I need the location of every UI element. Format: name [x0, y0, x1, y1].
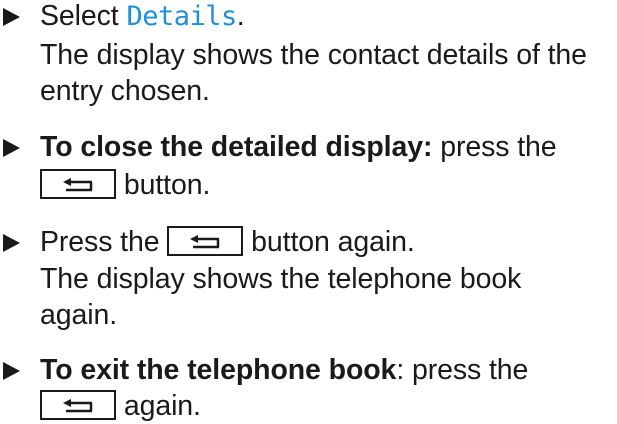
step-3-prefix: Press the [40, 226, 168, 258]
step-2-after-key: button. [116, 169, 211, 201]
back-arrow-icon [63, 178, 93, 192]
step-2-line-2: button. [40, 167, 210, 203]
select-suffix: . [236, 0, 245, 32]
step-1-result-line-1: The display shows the contact details of… [40, 39, 587, 71]
bullet-triangle-icon [3, 8, 20, 26]
step-2-line-1: To close the detailed display: press the [40, 129, 557, 165]
step-3-result-line-1: The display shows the telephone book [40, 263, 522, 295]
step-4-line-1: To exit the telephone book: press the [40, 352, 528, 388]
step-3-suffix: button again. [243, 226, 415, 258]
instruction-list: Select Details. The display shows the co… [0, 0, 617, 422]
bullet-triangle-icon [3, 234, 20, 252]
step-4-title: To exit the telephone book [40, 354, 397, 386]
back-arrow-icon [63, 399, 93, 413]
step-3-result-line-2: again. [40, 299, 118, 331]
menu-item-details: Details [126, 1, 237, 32]
step-4-line-2: again. [40, 388, 201, 424]
step-1-result-line-2: entry chosen. [40, 75, 210, 107]
step-4-after-key: again. [116, 390, 201, 422]
select-text: Select [40, 0, 127, 32]
back-button-key [40, 390, 116, 421]
back-button-key [167, 226, 244, 257]
bullet-triangle-icon [3, 139, 20, 157]
step-3-line-1: Press the button again. [40, 224, 415, 260]
step-4-action: : press the [396, 354, 529, 386]
step-1-line-1: Select Details. [40, 0, 245, 35]
step-2-title: To close the detailed display: [40, 131, 433, 163]
back-arrow-icon [190, 235, 220, 249]
back-button-key [40, 169, 116, 200]
step-2-action: press the [432, 131, 557, 163]
bullet-triangle-icon [3, 362, 20, 380]
